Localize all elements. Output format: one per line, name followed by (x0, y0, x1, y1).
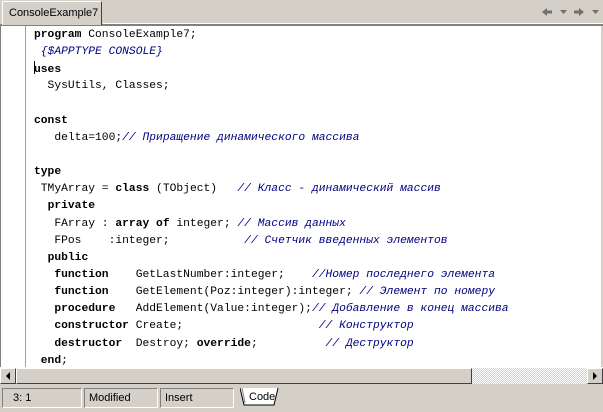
keyword: type (34, 166, 62, 179)
tab-code-view[interactable]: Code (240, 388, 280, 407)
keyword: destructor (54, 337, 123, 350)
keyword: override (196, 337, 251, 350)
code-line[interactable]: function GetLastNumber:integer; //Номер … (34, 267, 599, 284)
code-line[interactable]: const (34, 113, 599, 130)
code-text: Create; (128, 320, 319, 333)
navigation-buttons (539, 4, 599, 20)
code-line[interactable]: destructor Destroy; override; // Деструк… (34, 336, 599, 353)
keyword: function (54, 268, 109, 281)
code-line[interactable] (34, 147, 599, 164)
code-text: Destroy; (122, 337, 197, 350)
tab-bar-divider (103, 23, 603, 24)
code-text: TMyArray = (34, 183, 116, 196)
modified-indicator: Modified (84, 388, 158, 408)
editor-gutter[interactable] (1, 26, 25, 367)
dropdown-arrow-icon[interactable] (591, 4, 599, 20)
code-line[interactable]: type (34, 164, 599, 181)
status-bar: 3: 1 Modified Insert Code (0, 385, 603, 412)
dropdown-arrow-icon[interactable] (559, 4, 567, 20)
code-line[interactable]: FArray : array of integer; // Массив дан… (34, 216, 599, 233)
arrow-left-icon (6, 372, 10, 380)
gutter-divider (25, 26, 26, 367)
keyword: uses (34, 64, 62, 77)
code-line[interactable]: public (34, 250, 599, 267)
code-line[interactable]: uses (34, 61, 599, 78)
code-line[interactable] (34, 96, 599, 113)
code-text: ; (250, 337, 326, 350)
comment: // Добавление в конец массива (311, 303, 509, 316)
code-line[interactable]: program ConsoleExample7; (34, 27, 599, 44)
code-text: GetElement(Poz:integer):integer; (108, 286, 360, 299)
comment: // Приращение динамического массива (122, 131, 360, 144)
comment: // Счетчик введенных элементов (244, 234, 448, 247)
keyword: end (40, 354, 62, 367)
tab-label: ConsoleExample7 (9, 7, 99, 19)
code-line[interactable]: private (34, 198, 599, 215)
horizontal-scrollbar[interactable] (0, 367, 603, 384)
comment: {$APPTYPE CONSOLE} (34, 46, 163, 59)
code-editor[interactable]: program ConsoleExample7; {$APPTYPE CONSO… (0, 25, 603, 367)
code-text: FArray : (34, 217, 116, 230)
comment: // Класс - динамический массив (237, 183, 441, 196)
keyword: const (34, 114, 68, 127)
code-text: ConsoleExample7; (81, 29, 197, 41)
comment: //Номер последнего элемента (311, 268, 496, 281)
arrow-right-icon (593, 372, 597, 380)
code-text: integer; (169, 217, 238, 230)
keyword: array of (115, 217, 170, 230)
code-tab-label: Code (249, 391, 276, 403)
code-line[interactable]: {$APPTYPE CONSOLE} (34, 44, 599, 61)
comment: // Деструктор (325, 337, 414, 350)
insert-mode-indicator: Insert (160, 388, 234, 408)
code-text: delta=100; (34, 131, 123, 144)
keyword: function (54, 286, 109, 299)
code-line[interactable]: function GetElement(Poz:integer):integer… (34, 284, 599, 301)
tab-consoleexample7[interactable]: ConsoleExample7 (2, 1, 102, 25)
cursor-position: 3: 1 (2, 388, 82, 408)
keyword: public (47, 251, 89, 264)
code-text: (TObject) (149, 183, 238, 196)
code-line[interactable]: FPos :integer; // Счетчик введенных элем… (34, 233, 599, 250)
code-line[interactable]: constructor Create; // Конструктор (34, 318, 599, 335)
code-line[interactable]: end; (34, 353, 599, 367)
code-text: AddElement(Value:integer); (115, 303, 312, 316)
code-text: SysUtils, Classes; (34, 80, 170, 93)
code-text: ; (61, 354, 68, 367)
code-line[interactable]: TMyArray = class (TObject) // Класс - ди… (34, 181, 599, 198)
keyword: constructor (54, 320, 129, 333)
code-line[interactable]: delta=100;// Приращение динамического ма… (34, 130, 599, 147)
code-text: GetLastNumber:integer; (108, 268, 312, 281)
comment: // Элемент по номеру (359, 286, 496, 299)
scroll-left-button[interactable] (0, 368, 16, 384)
keyword: procedure (54, 303, 116, 316)
comment: // Конструктор (318, 320, 414, 333)
arrow-right-icon[interactable] (571, 4, 587, 20)
keyword: class (115, 183, 150, 196)
scroll-thumb[interactable] (16, 368, 472, 384)
code-text: FPos :integer; (34, 234, 245, 247)
keyword: private (47, 200, 96, 213)
code-line[interactable]: SysUtils, Classes; (34, 78, 599, 95)
arrow-left-icon[interactable] (539, 4, 555, 20)
comment: // Массив данных (237, 217, 346, 230)
file-tab-bar: ConsoleExample7 (0, 0, 603, 25)
scroll-right-button[interactable] (587, 368, 603, 384)
keyword: program (34, 29, 82, 41)
code-line[interactable]: procedure AddElement(Value:integer);// Д… (34, 301, 599, 318)
source-code[interactable]: program ConsoleExample7; {$APPTYPE CONSO… (34, 27, 599, 367)
